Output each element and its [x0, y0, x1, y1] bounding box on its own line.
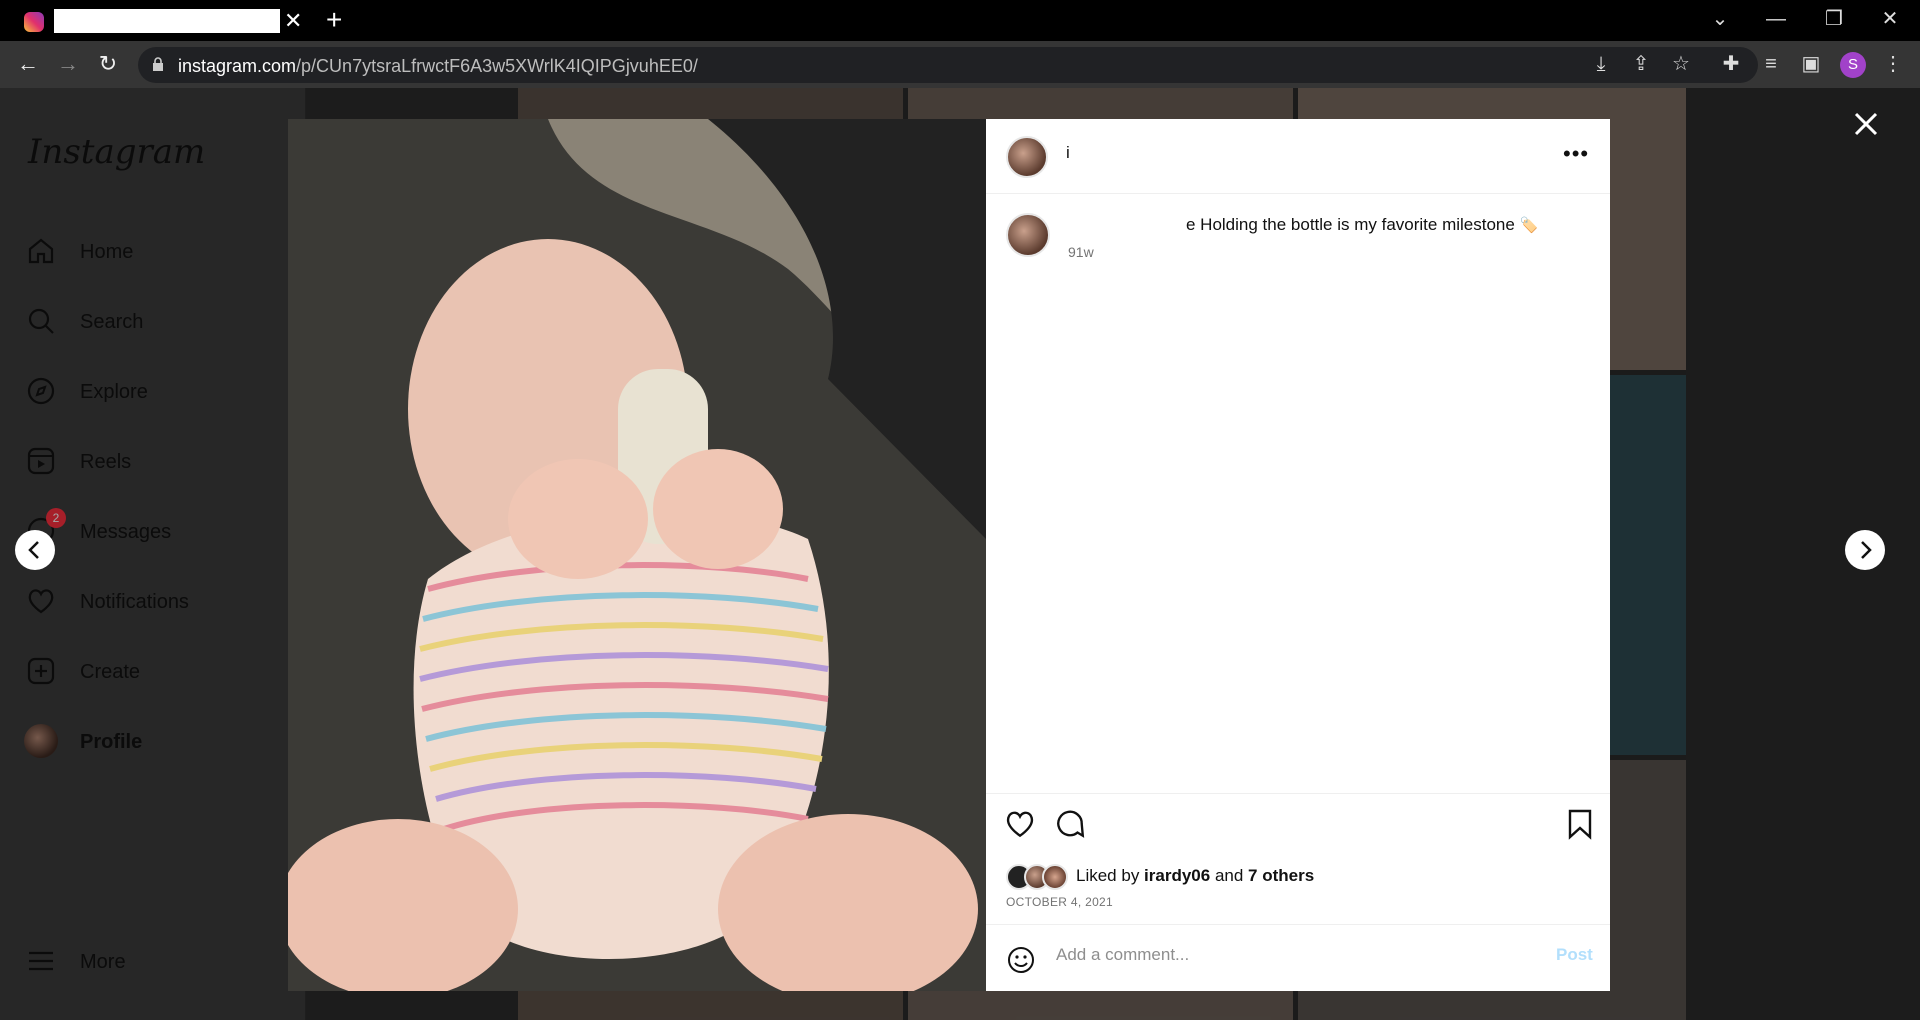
tab-close-icon[interactable]: ✕	[284, 8, 302, 34]
chevron-right-icon	[1861, 541, 1872, 559]
new-tab-icon[interactable]: +	[326, 6, 342, 34]
comment-box: Add a comment... Post	[986, 924, 1610, 993]
post-age[interactable]: 91w	[1068, 244, 1094, 260]
back-icon[interactable]: ←	[12, 49, 44, 79]
liked-by-user-link[interactable]: irardy06	[1144, 866, 1210, 885]
caption-emoji: 🏷️	[1519, 217, 1539, 234]
like-heart-icon[interactable]	[1004, 808, 1036, 840]
lock-icon	[153, 57, 163, 71]
post-comment-button[interactable]: Post	[1556, 945, 1593, 965]
previous-post-button[interactable]	[15, 530, 55, 570]
bookmark-star-icon[interactable]: ☆	[1666, 51, 1696, 77]
liked-others-link[interactable]: 7 others	[1248, 866, 1314, 885]
browser-toolbar: ← → ↻ instagram.com/p/CUn7ytsraLfrwctF6A…	[0, 41, 1920, 88]
next-post-button[interactable]	[1845, 530, 1885, 570]
save-bookmark-icon[interactable]	[1566, 808, 1594, 840]
minimize-icon[interactable]: —	[1756, 4, 1796, 34]
reload-icon[interactable]: ↻	[92, 49, 124, 79]
address-bar[interactable]: instagram.com/p/CUn7ytsraLfrwctF6A3w5XWr…	[138, 47, 1758, 83]
extensions-icon[interactable]: ✚	[1716, 51, 1746, 77]
avatar[interactable]	[1006, 213, 1050, 257]
url-text: instagram.com/p/CUn7ytsraLfrwctF6A3w5XWr…	[178, 56, 698, 76]
post-photo[interactable]	[288, 119, 986, 991]
install-icon[interactable]: ⤓	[1586, 51, 1616, 77]
share-icon[interactable]: ⇪	[1626, 51, 1656, 77]
restore-icon[interactable]: ❐	[1814, 4, 1854, 34]
media-icon[interactable]: ≡	[1756, 51, 1786, 77]
browser-tab[interactable]: ✕	[10, 5, 305, 41]
profile-avatar[interactable]: S	[1840, 52, 1866, 78]
side-panel-icon[interactable]: ▣	[1796, 51, 1826, 77]
liked-by-label: Liked by	[1076, 866, 1145, 885]
tab-search-icon[interactable]: ⌄	[1700, 4, 1740, 34]
browser-tab-bar: ✕ + ⌄ — ❐ ✕	[0, 0, 1920, 41]
close-modal-icon[interactable]	[1850, 108, 1882, 140]
more-options-icon[interactable]: •••	[1563, 141, 1589, 167]
comment-icon[interactable]	[1054, 808, 1086, 840]
baby-photo-image	[288, 119, 986, 991]
post-date[interactable]: OCTOBER 4, 2021	[1006, 895, 1113, 909]
post-header: i •••	[986, 119, 1610, 194]
tab-title	[54, 9, 280, 33]
post-username[interactable]: i	[1066, 143, 1070, 163]
liked-and-label: and	[1210, 866, 1249, 885]
forward-icon[interactable]: →	[52, 49, 84, 79]
instagram-favicon-icon	[24, 12, 44, 32]
liker-avatar	[1042, 864, 1068, 890]
post-actions-section: Liked by irardy06 and 7 others OCTOBER 4…	[986, 793, 1610, 992]
caption-text: e Holding the bottle is my favorite mile…	[1186, 215, 1515, 234]
window-close-icon[interactable]: ✕	[1870, 4, 1910, 34]
post-details-panel: i ••• e Holding the bottle is my favorit…	[986, 119, 1610, 991]
chevron-left-icon	[28, 541, 39, 559]
post-caption: e Holding the bottle is my favorite mile…	[1066, 215, 1586, 235]
page: Instagram Home Search Explore Reels 2 Me…	[0, 88, 1920, 1020]
comment-input[interactable]: Add a comment...	[1056, 945, 1189, 965]
menu-icon[interactable]: ⋮	[1878, 51, 1908, 77]
emoji-icon[interactable]	[1006, 945, 1036, 975]
avatar[interactable]	[1006, 136, 1048, 178]
likes-summary: Liked by irardy06 and 7 others	[1076, 866, 1314, 886]
